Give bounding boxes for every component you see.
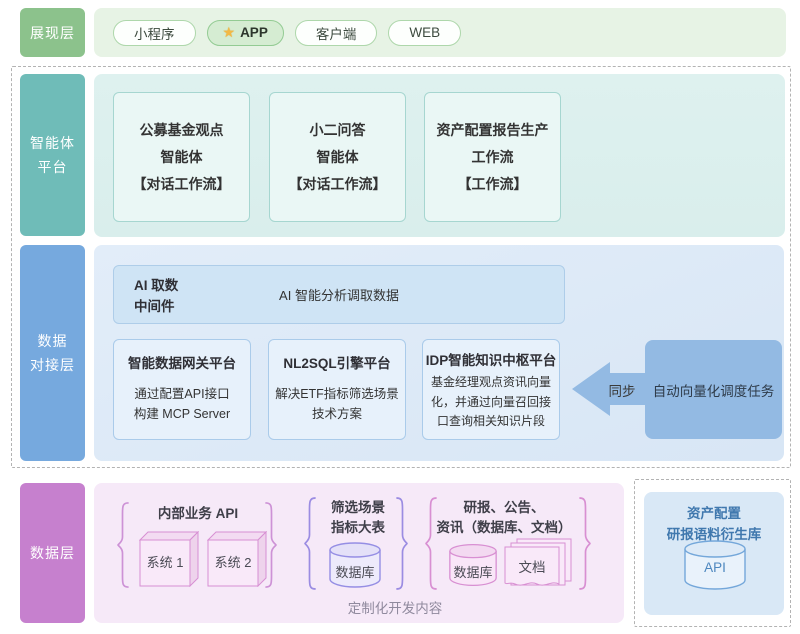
pill-mini-program: 小程序	[113, 20, 196, 46]
agent-card-2-line1: 小二问答	[310, 117, 366, 144]
pill-app: ★ APP	[207, 20, 284, 46]
platform-2-desc-line1: 解决ETF指标筛选场景	[269, 384, 405, 404]
pill-client: 客户端	[295, 20, 378, 46]
sync-label: 同步	[594, 380, 650, 400]
platform-2-desc: 解决ETF指标筛选场景 技术方案	[269, 384, 405, 424]
agent-card-report-workflow: 资产配置报告生产 工作流 【工作流】	[424, 92, 561, 222]
pill-app-label: APP	[240, 25, 268, 40]
pill-mini-program-label: 小程序	[134, 23, 175, 43]
layer-label-agent-platform: 智能体 平台	[20, 74, 85, 236]
platform-3-title: IDP智能知识中枢平台	[423, 349, 559, 369]
agent-card-2-line3: 【对话工作流】	[289, 171, 387, 198]
agent-label-line2: 平台	[38, 155, 68, 179]
pill-web: WEB	[388, 20, 461, 46]
agent-card-2-line2: 智能体	[317, 144, 359, 171]
presentation-panel: 小程序 ★ APP 客户端 WEB	[94, 8, 786, 57]
ai-middleware-desc: AI 智能分析调取数据	[114, 266, 564, 323]
research-info-title: 研报、公告、 资讯（数据库、文档）	[434, 498, 574, 538]
customization-footnote: 定制化开发内容	[300, 597, 490, 617]
agent-label-line1: 智能体	[30, 131, 75, 155]
integration-label-line2: 对接层	[30, 353, 75, 377]
scheduler-task-label: 自动向量化调度任务	[653, 380, 775, 400]
indicator-table-title-line2: 指标大表	[313, 518, 403, 538]
agent-card-3-line1: 资产配置报告生产	[437, 117, 549, 144]
platform-3-desc: 基金经理观点资讯向量化，并通过向量召回接口查询相关知识片段	[428, 373, 554, 432]
platform-1-desc: 通过配置API接口 构建 MCP Server	[114, 384, 250, 424]
indicator-db-label: 数据库	[328, 562, 382, 581]
platform-card-nl2sql: NL2SQL引擎平台 解决ETF指标筛选场景 技术方案	[268, 339, 406, 440]
scheduler-task-box: 自动向量化调度任务	[645, 340, 782, 439]
internal-api-title: 内部业务 API	[128, 504, 268, 524]
derived-corpus-title-line1: 资产配置	[644, 503, 784, 524]
agent-card-fund-opinion: 公募基金观点 智能体 【对话工作流】	[113, 92, 250, 222]
system2-label: 系统 2	[208, 552, 258, 571]
data-layer-label-text: 数据层	[30, 541, 75, 565]
integration-label-line1: 数据	[38, 329, 68, 353]
agent-card-3-line3: 【工作流】	[458, 171, 528, 198]
layer-label-data-integration: 数据 对接层	[20, 245, 85, 461]
agent-card-1-line3: 【对话工作流】	[133, 171, 231, 198]
platform-1-title: 智能数据网关平台	[114, 352, 250, 372]
platform-1-desc-line1: 通过配置API接口	[114, 384, 250, 404]
agent-card-qa: 小二问答 智能体 【对话工作流】	[269, 92, 406, 222]
platform-2-desc-line2: 技术方案	[269, 404, 405, 424]
platform-card-data-gateway: 智能数据网关平台 通过配置API接口 构建 MCP Server	[113, 339, 251, 440]
platform-1-desc-line2: 构建 MCP Server	[114, 404, 250, 424]
architecture-diagram: 展现层 小程序 ★ APP 客户端 WEB 智能体 平台 公募基金观点 智能体 …	[0, 0, 800, 634]
ai-middleware-card: AI 取数 中间件 AI 智能分析调取数据	[113, 265, 565, 324]
layer-label-data: 数据层	[20, 483, 85, 623]
layer-label-presentation-text: 展现层	[30, 21, 75, 45]
pill-client-label: 客户端	[316, 23, 357, 43]
agent-card-3-line2: 工作流	[472, 144, 514, 171]
agent-card-1-line2: 智能体	[161, 144, 203, 171]
platform-2-title: NL2SQL引擎平台	[269, 352, 405, 372]
star-icon: ★	[223, 24, 236, 41]
research-info-title-line2: 资讯（数据库、文档）	[434, 518, 574, 538]
layer-label-presentation: 展现层	[20, 8, 85, 57]
derived-corpus-title: 资产配置 研报语料衍生库	[644, 503, 784, 545]
system1-label: 系统 1	[140, 552, 190, 571]
indicator-table-title-line1: 筛选场景	[313, 498, 403, 518]
document-label: 文档	[505, 556, 559, 576]
research-db-label: 数据库	[446, 562, 500, 581]
agent-card-1-line1: 公募基金观点	[140, 117, 224, 144]
right-brace-icon	[578, 497, 592, 590]
api-label: API	[683, 560, 747, 575]
platform-card-idp: IDP智能知识中枢平台 基金经理观点资讯向量化，并通过向量召回接口查询相关知识片…	[422, 339, 560, 440]
pill-web-label: WEB	[409, 25, 440, 40]
research-info-title-line1: 研报、公告、	[434, 498, 574, 518]
indicator-table-title: 筛选场景 指标大表	[313, 498, 403, 538]
